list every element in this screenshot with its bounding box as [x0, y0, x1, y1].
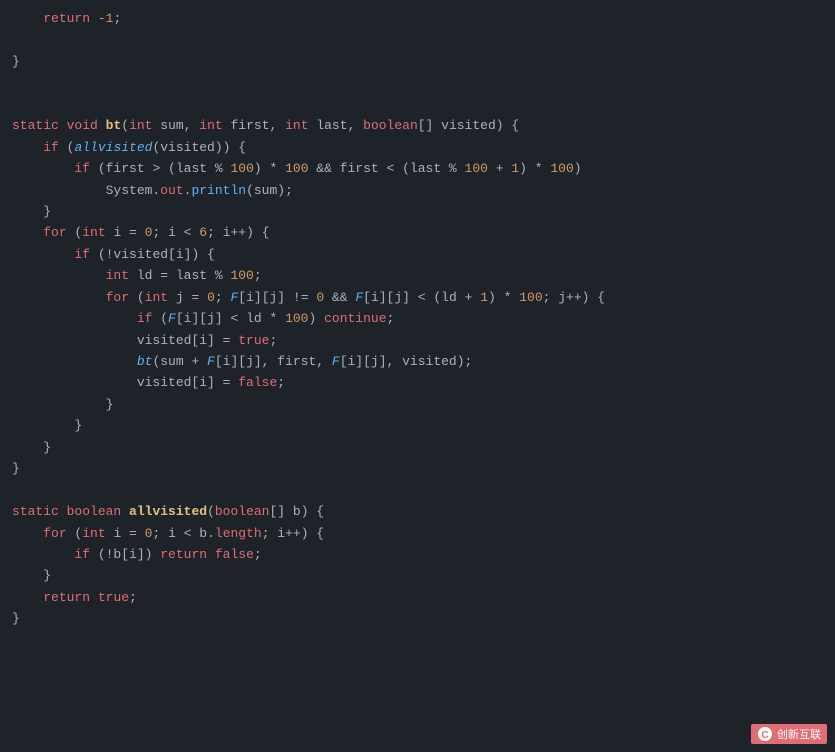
watermark-text: 创新互联	[777, 726, 821, 742]
code-line-15: if (F[i][j] < ld * 100) continue;	[0, 308, 835, 329]
code-line-26: if (!b[i]) return false;	[0, 544, 835, 565]
code-line-16: visited[i] = true;	[0, 330, 835, 351]
code-line-4	[0, 72, 835, 93]
code-line-9: System.out.println(sum);	[0, 180, 835, 201]
code-line-5	[0, 94, 835, 115]
code-line-27: }	[0, 565, 835, 586]
code-line-6: static void bt(int sum, int first, int l…	[0, 115, 835, 136]
code-line-19: }	[0, 394, 835, 415]
watermark-logo-icon: C	[757, 726, 773, 742]
code-line-14: for (int j = 0; F[i][j] != 0 && F[i][j] …	[0, 287, 835, 308]
code-line-2	[0, 29, 835, 50]
svg-text:C: C	[761, 730, 768, 741]
code-line-21: }	[0, 437, 835, 458]
code-line-24: static boolean allvisited(boolean[] b) {	[0, 501, 835, 522]
code-line-7: if (allvisited(visited)) {	[0, 137, 835, 158]
code-line-25: for (int i = 0; i < b.length; i++) {	[0, 523, 835, 544]
code-line-8: if (first > (last % 100) * 100 && first …	[0, 158, 835, 179]
code-line-23	[0, 480, 835, 501]
code-block: return -1; } static void bt(int sum, int…	[0, 0, 835, 638]
code-line-13: int ld = last % 100;	[0, 265, 835, 286]
code-line-18: visited[i] = false;	[0, 372, 835, 393]
code-line-22: }	[0, 458, 835, 479]
watermark: C 创新互联	[751, 724, 827, 744]
code-line-20: }	[0, 415, 835, 436]
code-line-28: return true;	[0, 587, 835, 608]
code-container: return -1; } static void bt(int sum, int…	[0, 0, 835, 752]
code-line-29: }	[0, 608, 835, 629]
code-line-10: }	[0, 201, 835, 222]
code-line-11: for (int i = 0; i < 6; i++) {	[0, 222, 835, 243]
code-line-12: if (!visited[i]) {	[0, 244, 835, 265]
code-line-3: }	[0, 51, 835, 72]
code-line-17: bt(sum + F[i][j], first, F[i][j], visite…	[0, 351, 835, 372]
code-line-1: return -1;	[0, 8, 835, 29]
